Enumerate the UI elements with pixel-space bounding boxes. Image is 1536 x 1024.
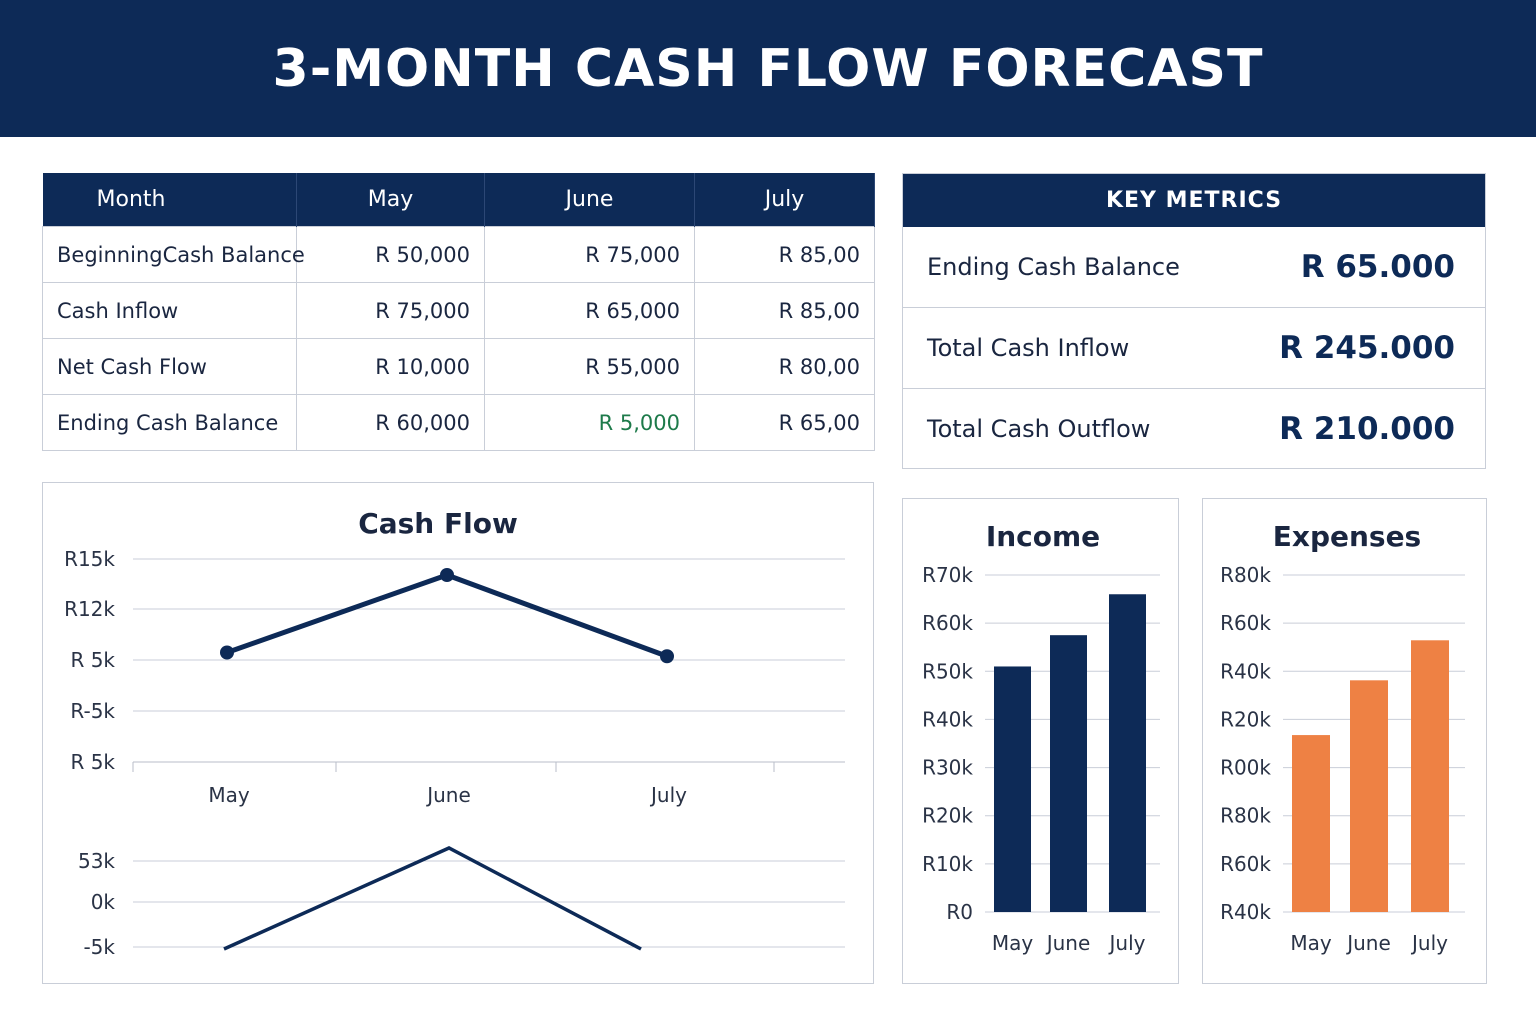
expenses-chart-panel: Expenses R80k R60k R40k R20k R00k R80k R60k R40k… — [1202, 498, 1487, 984]
bar — [1411, 640, 1449, 912]
bar — [1292, 735, 1330, 912]
data-point — [220, 645, 234, 660]
metric-value: R 65.000 — [1300, 249, 1455, 285]
table-cell: R 85,00 — [694, 282, 875, 339]
column-header: May — [296, 173, 485, 227]
table-cell: R 60,000 — [296, 394, 485, 451]
metric-row: Total Cash Inflow R 245.000 — [903, 308, 1485, 389]
x-tick-label: July — [1108, 931, 1146, 955]
table-row: BeginningCash Balance R 50,000 R 75,000 … — [42, 226, 875, 283]
data-point — [440, 568, 454, 582]
row-label: BeginningCash Balance — [42, 226, 305, 283]
x-tick-label: May — [1290, 931, 1332, 955]
expenses-chart: ExpensesR80kR60kR40kR20kR00kR80kR60kR40k… — [1220, 520, 1465, 955]
y-tick-label: R40k — [922, 707, 973, 731]
y-tick-label: R60k — [1220, 611, 1271, 635]
table-cell: R 85,00 — [694, 226, 875, 283]
table-header-row: Month May June July — [42, 173, 875, 227]
data-point — [660, 649, 674, 664]
y-tick-label: R12k — [64, 597, 115, 621]
metric-value: R 210.000 — [1279, 411, 1455, 447]
x-tick-label: June — [1045, 931, 1091, 955]
metric-row: Ending Cash Balance R 65.000 — [903, 227, 1485, 308]
row-label: Ending Cash Balance — [42, 394, 297, 451]
bar — [994, 666, 1031, 912]
chart-title: Expenses — [1273, 520, 1421, 553]
bar — [1109, 594, 1146, 912]
y-tick-label: 0k — [91, 890, 116, 914]
table-cell: R 75,000 — [484, 226, 695, 283]
table-cell: R 50,000 — [296, 226, 485, 283]
y-tick-label: R10k — [922, 852, 973, 876]
table-cell-positive: R 5,000 — [484, 394, 695, 451]
chart-title: Income — [986, 520, 1100, 553]
page-title: 3-MONTH CASH FLOW FORECAST — [272, 38, 1264, 99]
y-tick-label: R0 — [946, 900, 973, 924]
bar — [1350, 680, 1388, 912]
row-label: Net Cash Flow — [42, 338, 297, 395]
y-tick-label: -5k — [83, 935, 115, 959]
bar — [1050, 635, 1087, 912]
y-tick-label: R-5k — [70, 699, 115, 723]
y-tick-label: R 5k — [70, 648, 115, 672]
cash-flow-chart-panel: Cash Flow R15k R12k R 5k R-5k R 5k May June July… — [42, 482, 874, 984]
y-tick-label: R60k — [1220, 852, 1271, 876]
x-tick-label: May — [992, 931, 1034, 955]
table-cell: R 55,000 — [484, 338, 695, 395]
table-row: Cash Inflow R 75,000 R 65,000 R 85,00 — [42, 282, 875, 339]
x-tick-label: July — [1410, 931, 1448, 955]
y-tick-label: R50k — [922, 659, 973, 683]
y-tick-label: R20k — [922, 804, 973, 828]
series-line — [226, 572, 668, 659]
column-header: Month — [42, 173, 297, 227]
series-line — [223, 846, 642, 951]
y-tick-label: R30k — [922, 756, 973, 780]
column-header: July — [694, 173, 875, 227]
table-cell: R 65,000 — [484, 282, 695, 339]
y-tick-label: R00k — [1220, 756, 1271, 780]
key-metrics-title: KEY METRICS — [903, 174, 1485, 227]
metric-row: Total Cash Outflow R 210.000 — [903, 389, 1485, 469]
chart-title: Cash Flow — [358, 507, 518, 540]
y-tick-label: R 5k — [70, 750, 115, 774]
row-label: Cash Inflow — [42, 282, 297, 339]
y-tick-label: R40k — [1220, 900, 1271, 924]
cash-flow-table: Month May June July BeginningCash Balanc… — [42, 173, 875, 451]
metric-label: Total Cash Inflow — [927, 334, 1130, 362]
x-tick-label: June — [1345, 931, 1391, 955]
income-chart: Income R70k R60k R50k R40k R30k R20k R10k R0 May J… — [922, 520, 1160, 955]
metric-value: R 245.000 — [1279, 330, 1455, 366]
y-tick-label: R15k — [64, 547, 115, 571]
column-header: June — [484, 173, 695, 227]
y-tick-label: R80k — [1220, 804, 1271, 828]
table-cell: R 80,00 — [694, 338, 875, 395]
y-tick-label: R80k — [1220, 563, 1271, 587]
x-tick-label: July — [649, 783, 687, 807]
cash-flow-chart: Cash Flow R15k R12k R 5k R-5k R 5k May June July… — [64, 507, 845, 959]
table-cell: R 65,00 — [694, 394, 875, 451]
y-tick-label: R60k — [922, 611, 973, 635]
y-tick-label: R70k — [922, 563, 973, 587]
key-metrics-panel: KEY METRICS Ending Cash Balance R 65.000… — [902, 173, 1486, 469]
table-row: Ending Cash Balance R 60,000 R 5,000 R 6… — [42, 394, 875, 451]
x-tick-label: May — [208, 783, 250, 807]
metric-label: Total Cash Outflow — [927, 415, 1151, 443]
y-tick-label: R40k — [1220, 659, 1271, 683]
table-cell: R 10,000 — [296, 338, 485, 395]
income-chart-panel: Income R70k R60k R50k R40k R30k R20k R10k R0 May J… — [902, 498, 1179, 984]
table-row: Net Cash Flow R 10,000 R 55,000 R 80,00 — [42, 338, 875, 395]
metric-label: Ending Cash Balance — [927, 253, 1180, 281]
x-tick-label: June — [425, 783, 471, 807]
title-banner: 3-MONTH CASH FLOW FORECAST — [0, 0, 1536, 137]
table-cell: R 75,000 — [296, 282, 485, 339]
y-tick-label: R20k — [1220, 707, 1271, 731]
y-tick-label: 53k — [78, 849, 115, 873]
